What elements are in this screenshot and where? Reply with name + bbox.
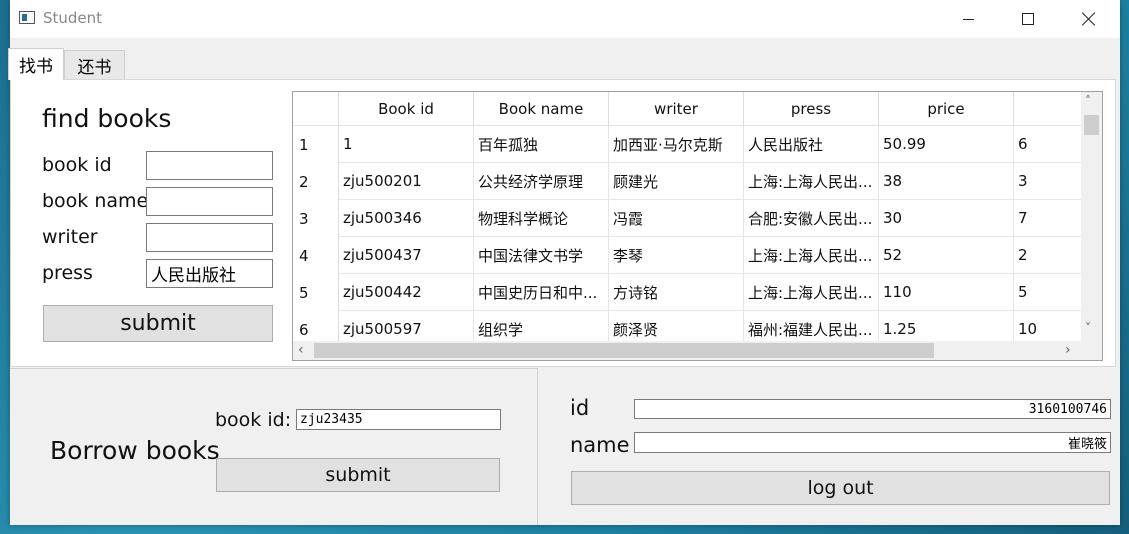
book-id-input[interactable] — [146, 151, 273, 180]
column-header[interactable]: Book name — [474, 92, 609, 126]
books-table: Book idBook namewriterpresspricestor 11百… — [292, 91, 1103, 361]
user-id-field[interactable]: 3160100746 — [634, 399, 1111, 419]
borrow-books-heading: Borrow books — [50, 436, 220, 465]
chevron-right-icon[interactable]: › — [1065, 343, 1071, 357]
table-cell[interactable]: zju500442 — [339, 274, 474, 311]
row-header[interactable]: 3 — [293, 200, 339, 237]
writer-label: writer — [42, 226, 98, 248]
maximize-button[interactable] — [1005, 0, 1051, 38]
press-input[interactable] — [146, 259, 273, 288]
borrow-book-id-input[interactable]: zju23435 — [296, 409, 501, 430]
horizontal-scroll-thumb[interactable] — [314, 343, 934, 358]
window-title: Student — [43, 9, 103, 27]
book-id-label: book id — [42, 154, 112, 176]
table-cell[interactable]: 上海:上海人民出... — [744, 163, 879, 200]
table-cell[interactable]: 52 — [879, 237, 1014, 274]
table-cell[interactable]: 公共经济学原理 — [474, 163, 609, 200]
table-cell[interactable]: zju500437 — [339, 237, 474, 274]
find-submit-button[interactable]: submit — [43, 305, 273, 342]
user-info-section: id 3160100746 name 崔晓筱 log out — [539, 368, 1120, 525]
writer-input[interactable] — [146, 223, 273, 252]
column-header[interactable]: press — [744, 92, 879, 126]
column-header[interactable]: writer — [609, 92, 744, 126]
maximize-icon — [1022, 13, 1034, 25]
table-cell[interactable]: 加西亚·马尔克斯 — [609, 126, 744, 163]
table-cell[interactable]: 30 — [879, 200, 1014, 237]
table-cell[interactable]: 1 — [339, 126, 474, 163]
column-header[interactable]: Book id — [339, 92, 474, 126]
column-header[interactable]: price — [879, 92, 1014, 126]
table-cell[interactable]: 方诗铭 — [609, 274, 744, 311]
find-books-panel: find books book id book name writer pres… — [10, 79, 1116, 367]
table-cell[interactable]: 中国法律文书学 — [474, 237, 609, 274]
row-header[interactable]: 1 — [293, 126, 339, 163]
close-icon — [1082, 12, 1096, 26]
minimize-button[interactable] — [945, 0, 991, 38]
table-cell[interactable]: zju500346 — [339, 200, 474, 237]
press-label: press — [42, 262, 93, 284]
find-books-heading: find books — [42, 104, 172, 133]
book-name-label: book name — [42, 190, 149, 212]
borrow-book-id-label: book id: — [215, 409, 292, 431]
tab-find-books[interactable]: 找书 — [8, 48, 64, 80]
book-name-input[interactable] — [146, 187, 273, 216]
app-window-icon — [19, 11, 35, 24]
table-cell[interactable]: 百年孤独 — [474, 126, 609, 163]
tab-return-books[interactable]: 还书 — [64, 50, 125, 80]
chevron-up-icon[interactable]: ˄ — [1085, 95, 1091, 107]
table-cell[interactable]: 38 — [879, 163, 1014, 200]
student-window: Student 找书 还书 find books book id book na… — [8, 0, 1120, 525]
table-cell[interactable]: 合肥:安徽人民出... — [744, 200, 879, 237]
horizontal-scrollbar[interactable]: ‹ › — [293, 341, 1081, 360]
table-cell[interactable]: zju500201 — [339, 163, 474, 200]
table-cell[interactable]: 顾建光 — [609, 163, 744, 200]
table-cell[interactable]: 中国史历日和中... — [474, 274, 609, 311]
row-header[interactable]: 4 — [293, 237, 339, 274]
borrow-books-section: Borrow books book id: zju23435 submit — [10, 368, 538, 525]
user-id-label: id — [570, 396, 590, 420]
borrow-submit-button[interactable]: submit — [216, 458, 500, 492]
user-name-field[interactable]: 崔晓筱 — [634, 432, 1111, 453]
title-bar: Student — [10, 0, 1120, 38]
table-corner[interactable] — [293, 92, 339, 126]
close-button[interactable] — [1066, 0, 1112, 38]
table-cell[interactable]: 人民出版社 — [744, 126, 879, 163]
chevron-left-icon[interactable]: ‹ — [298, 343, 304, 357]
table-cell[interactable]: 李琴 — [609, 237, 744, 274]
row-header[interactable]: 2 — [293, 163, 339, 200]
vertical-scroll-thumb[interactable] — [1084, 115, 1099, 135]
table-cell[interactable]: 50.99 — [879, 126, 1014, 163]
table-cell[interactable]: 上海:上海人民出... — [744, 274, 879, 311]
table-cell[interactable]: 物理科学概论 — [474, 200, 609, 237]
minimize-icon — [962, 18, 974, 20]
logout-button[interactable]: log out — [571, 471, 1110, 505]
chevron-down-icon[interactable]: ˅ — [1085, 322, 1091, 334]
row-header[interactable]: 5 — [293, 274, 339, 311]
scrollbar-corner — [1081, 341, 1102, 360]
vertical-scrollbar[interactable]: ˄ ˅ — [1081, 92, 1102, 341]
table-cell[interactable]: 上海:上海人民出... — [744, 237, 879, 274]
table-cell[interactable]: 冯霞 — [609, 200, 744, 237]
table-cell[interactable]: 110 — [879, 274, 1014, 311]
user-name-label: name — [570, 433, 630, 457]
